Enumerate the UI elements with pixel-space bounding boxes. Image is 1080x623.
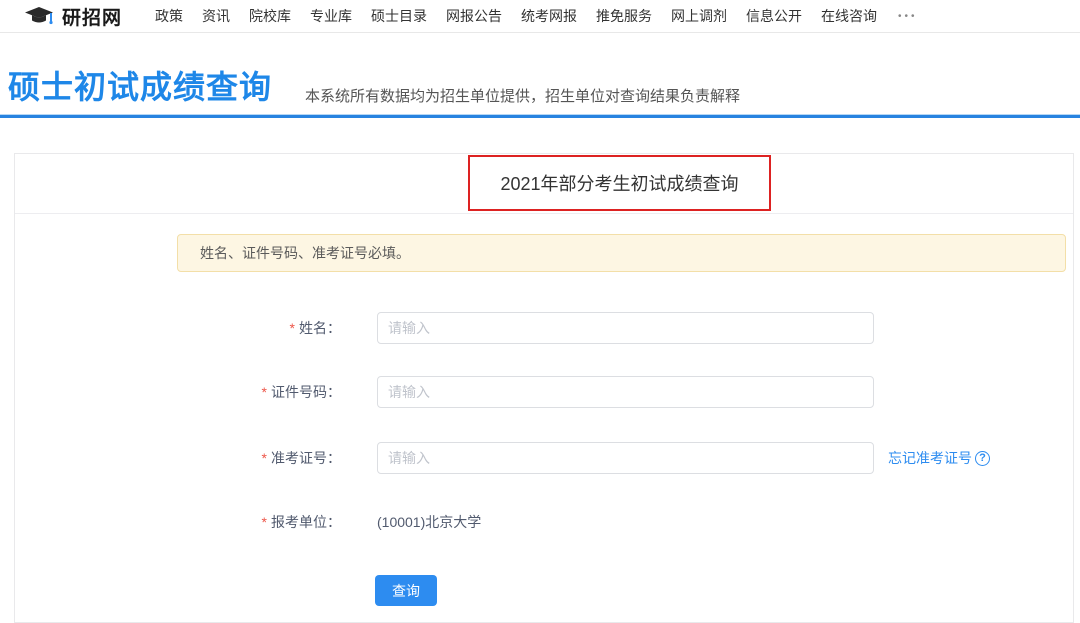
nav-item-exemption-service[interactable]: 推免服务	[596, 6, 652, 26]
admission-ticket-input[interactable]	[377, 442, 874, 474]
page-title: 硕士初试成绩查询	[8, 62, 272, 108]
nav-item-info-disclosure[interactable]: 信息公开	[746, 6, 802, 26]
target-school-label: *报考单位：	[15, 512, 341, 532]
form-row-admission-ticket: *准考证号： 忘记准考证号 ?	[15, 442, 1073, 474]
red-annotation-box: 2021年部分考生初试成绩查询	[468, 155, 771, 211]
required-asterisk: *	[262, 384, 267, 400]
site-logo-text: 研招网	[62, 3, 122, 30]
required-fields-alert: 姓名、证件号码、准考证号必填。	[177, 234, 1066, 272]
alert-text: 姓名、证件号码、准考证号必填。	[200, 243, 410, 263]
required-asterisk: *	[262, 450, 267, 466]
card-header: 2021年部分考生初试成绩查询	[15, 154, 1073, 214]
query-submit-button[interactable]: 查询	[375, 575, 437, 606]
nav-menu: 政策 资讯 院校库 专业库 硕士目录 网报公告 统考网报 推免服务 网上调剂 信…	[155, 6, 918, 26]
question-mark-circle-icon[interactable]: ?	[975, 451, 990, 466]
required-asterisk: *	[290, 320, 295, 336]
id-number-input[interactable]	[377, 376, 874, 408]
nav-item-master-catalog[interactable]: 硕士目录	[371, 6, 427, 26]
nav-item-major-library[interactable]: 专业库	[310, 6, 352, 26]
nav-item-online-consult[interactable]: 在线咨询	[821, 6, 877, 26]
card-title: 2021年部分考生初试成绩查询	[500, 170, 738, 196]
graduation-cap-icon	[25, 6, 55, 27]
form-row-target-school: *报考单位： (10001)北京大学	[15, 506, 1073, 538]
nav-more-dots-icon[interactable]: •••	[898, 11, 918, 22]
blue-divider-line	[0, 114, 1080, 118]
site-logo[interactable]: 研招网	[25, 3, 122, 30]
nav-item-news[interactable]: 资讯	[202, 6, 230, 26]
score-query-card: 2021年部分考生初试成绩查询 姓名、证件号码、准考证号必填。 *姓名： *证件…	[14, 153, 1074, 623]
nav-item-college-library[interactable]: 院校库	[249, 6, 291, 26]
id-number-label: *证件号码：	[15, 382, 341, 402]
form-row-id-number: *证件号码：	[15, 376, 1073, 408]
nav-item-online-report-notice[interactable]: 网报公告	[446, 6, 502, 26]
form-row-name: *姓名：	[15, 312, 1073, 344]
top-navigation-bar: 研招网 政策 资讯 院校库 专业库 硕士目录 网报公告 统考网报 推免服务 网上…	[0, 0, 1080, 33]
nav-item-online-adjustment[interactable]: 网上调剂	[671, 6, 727, 26]
forgot-ticket-link[interactable]: 忘记准考证号 ?	[888, 448, 990, 468]
page-subtitle: 本系统所有数据均为招生单位提供，招生单位对查询结果负责解释	[305, 85, 740, 106]
name-label: *姓名：	[15, 318, 341, 338]
required-asterisk: *	[262, 514, 267, 530]
admission-ticket-label: *准考证号：	[15, 448, 341, 468]
nav-item-policy[interactable]: 政策	[155, 6, 183, 26]
name-input[interactable]	[377, 312, 874, 344]
target-school-value: (10001)北京大学	[377, 512, 481, 532]
nav-item-unified-exam-report[interactable]: 统考网报	[521, 6, 577, 26]
